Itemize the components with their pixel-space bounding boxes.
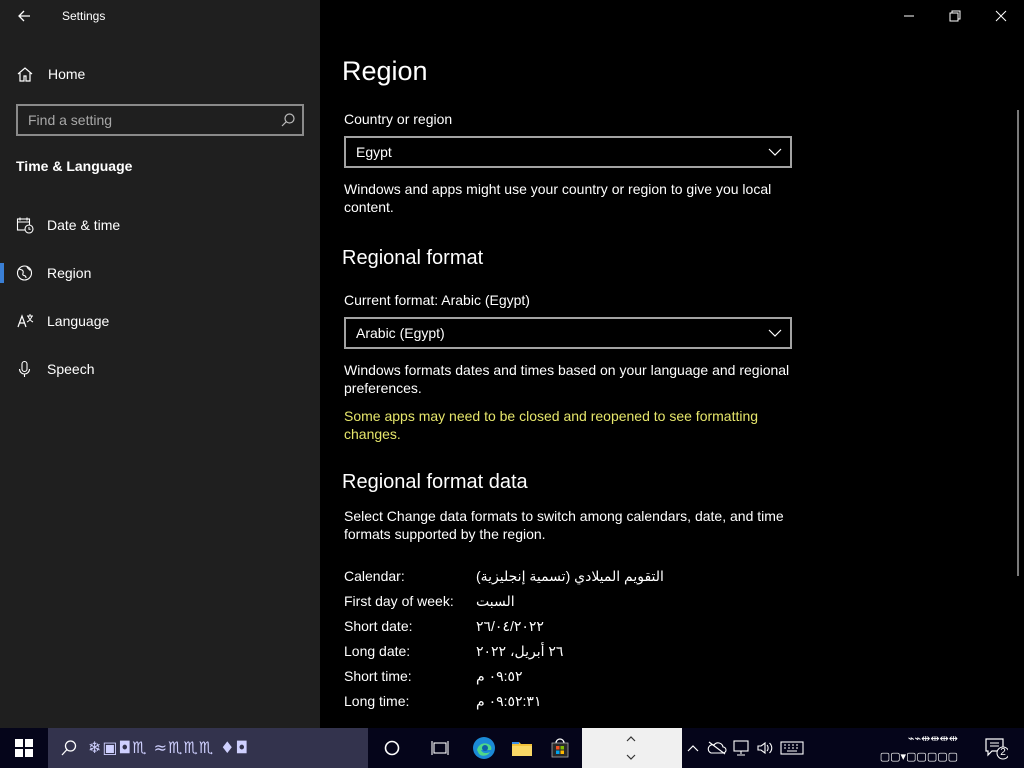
network-icon <box>733 740 749 756</box>
format-row-long-time: Long time: ٠٩:٥٢:٣١ م <box>344 693 804 713</box>
format-data-heading: Regional format data <box>342 471 528 493</box>
regional-format-value: Arabic (Egypt) <box>356 325 445 341</box>
network-button[interactable] <box>730 728 752 768</box>
current-format-label: Current format: Arabic (Egypt) <box>344 292 530 308</box>
start-button[interactable] <box>0 728 48 768</box>
format-row-key: Long time: <box>344 693 410 709</box>
chevron-down-icon[interactable] <box>626 752 636 762</box>
edge-icon <box>473 737 495 759</box>
sidebar-item-label: Region <box>47 265 92 281</box>
sidebar-item-label: Speech <box>47 361 95 377</box>
sidebar-item-date-time[interactable]: Date & time <box>0 205 320 245</box>
keyboard-button[interactable] <box>778 728 806 768</box>
tray-overflow-button[interactable] <box>684 728 702 768</box>
close-button[interactable] <box>978 0 1024 32</box>
window-controls <box>886 0 1024 32</box>
task-view-icon <box>431 741 449 755</box>
sidebar: Settings Home Time & Language Date & tim… <box>0 0 320 728</box>
onedrive-button[interactable] <box>706 728 728 768</box>
section-title: Time & Language <box>16 158 133 174</box>
search-icon <box>61 740 77 756</box>
nav-home-label: Home <box>48 66 86 82</box>
restore-button[interactable] <box>932 0 978 32</box>
store-icon <box>551 738 569 758</box>
taskbar-preview-window[interactable] <box>582 728 682 768</box>
main-content: Region Country or region Egypt Windows a… <box>320 0 1024 728</box>
format-row-value: ٠٩:٥٢ م <box>476 668 523 684</box>
sidebar-item-language[interactable]: Language <box>0 301 320 341</box>
format-row-value: السبت <box>476 593 515 609</box>
microphone-icon <box>18 360 31 377</box>
search-input[interactable] <box>18 106 302 134</box>
format-row-value: التقويم الميلادي (تسمية إنجليزية) <box>476 568 664 584</box>
task-view-button[interactable] <box>418 728 462 768</box>
sidebar-item-region[interactable]: Region <box>0 253 320 293</box>
clock-date: ▢▢▾▢▢▢▢▢ <box>879 750 958 763</box>
format-row-key: Long date: <box>344 643 411 659</box>
settings-search[interactable] <box>16 104 304 136</box>
language-icon <box>17 314 34 328</box>
chevron-down-icon <box>768 148 782 156</box>
chevron-up-icon[interactable] <box>626 734 636 744</box>
notification-count: 2 <box>1000 747 1006 758</box>
taskbar: ❄▣◘♏ ≈♏♏♏ ♦◘ ⌁⌁⇹⇹⇹⇹ ▢▢▾▢▢▢▢▢ 2 <box>0 728 1024 768</box>
scrollbar[interactable] <box>1017 110 1019 576</box>
store-button[interactable] <box>538 728 582 768</box>
format-row-key: First day of week: <box>344 593 454 609</box>
date-time-icon <box>16 217 34 234</box>
format-row-short-date: Short date: ٢٦/٠٤/٢٠٢٢ <box>344 618 804 638</box>
minimize-icon <box>904 15 914 17</box>
restore-icon <box>949 10 961 22</box>
sidebar-item-speech[interactable]: Speech <box>0 349 320 389</box>
taskbar-clock[interactable]: ⌁⌁⇹⇹⇹⇹ ▢▢▾▢▢▢▢▢ <box>816 730 966 766</box>
format-row-value: ٢٦/٠٤/٢٠٢٢ <box>476 618 544 634</box>
chevron-up-icon <box>687 745 699 752</box>
format-row-long-date: Long date: ٢٦ أبريل، ٢٠٢٢ <box>344 643 804 663</box>
format-row-value: ٢٦ أبريل، ٢٠٢٢ <box>476 643 564 659</box>
cortana-icon <box>384 740 400 756</box>
volume-icon <box>757 741 773 755</box>
country-label: Country or region <box>344 111 453 127</box>
cloud-offline-icon <box>707 741 727 755</box>
regional-format-heading: Regional format <box>342 247 484 269</box>
taskbar-search[interactable]: ❄▣◘♏ ≈♏♏♏ ♦◘ <box>48 728 368 768</box>
close-icon <box>995 10 1007 22</box>
sidebar-item-label: Date & time <box>47 217 121 233</box>
format-row-key: Short time: <box>344 668 412 684</box>
volume-button[interactable] <box>754 728 776 768</box>
format-row-short-time: Short time: ٠٩:٥٢ م <box>344 668 804 688</box>
back-button[interactable] <box>8 0 40 32</box>
format-data-description: Select Change data formats to switch amo… <box>344 508 784 542</box>
nav-home[interactable]: Home <box>0 56 320 92</box>
home-icon <box>17 67 33 82</box>
regional-format-dropdown[interactable]: Arabic (Egypt) <box>344 317 792 349</box>
country-value: Egypt <box>356 144 392 160</box>
globe-icon <box>16 265 33 281</box>
back-arrow-icon <box>18 10 30 22</box>
keyboard-icon <box>780 741 804 755</box>
windows-logo-icon <box>15 739 33 757</box>
format-row-key: Short date: <box>344 618 413 634</box>
folder-icon <box>512 742 532 756</box>
page-title: Region <box>342 56 428 86</box>
format-row-calendar: Calendar: التقويم الميلادي (تسمية إنجليز… <box>344 568 804 588</box>
cortana-button[interactable] <box>370 728 414 768</box>
app-title: Settings <box>62 9 106 23</box>
formatting-warning: Some apps may need to be closed and reop… <box>344 408 759 442</box>
format-row-key: Calendar: <box>344 568 405 584</box>
taskbar-search-text: ❄▣◘♏ ≈♏♏♏ ♦◘ <box>88 738 250 757</box>
minimize-button[interactable] <box>886 0 932 32</box>
chevron-down-icon <box>768 329 782 337</box>
clock-time: ⌁⌁⇹⇹⇹⇹ <box>907 732 958 745</box>
country-description: Windows and apps might use your country … <box>344 181 772 215</box>
notification-center-button[interactable]: 2 <box>974 728 1024 768</box>
regional-format-description: Windows formats dates and times based on… <box>344 362 790 396</box>
country-dropdown[interactable]: Egypt <box>344 136 792 168</box>
format-row-first-day: First day of week: السبت <box>344 593 804 613</box>
search-icon[interactable] <box>280 112 296 128</box>
format-row-value: ٠٩:٥٢:٣١ م <box>476 693 542 709</box>
sidebar-item-label: Language <box>47 313 110 329</box>
